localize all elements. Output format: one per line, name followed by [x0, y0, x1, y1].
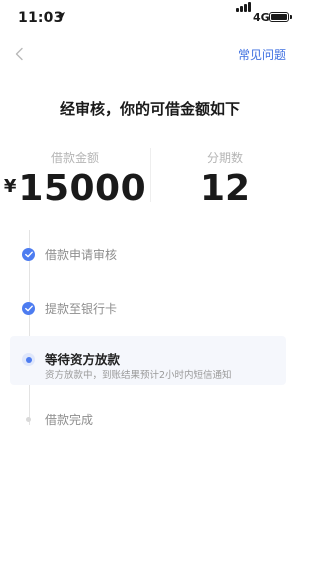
location-arrow-icon	[57, 12, 65, 20]
step-description-awaiting-disbursement: 资方放款中，到账结果预计2小时内短信通知	[45, 370, 232, 381]
step-title-loan-complete: 借款完成	[45, 413, 94, 427]
battery-cap	[290, 15, 292, 19]
step-title-awaiting-disbursement: 等待资方放款	[45, 352, 121, 367]
check-circle-icon	[22, 248, 35, 261]
step-title-withdraw-to-card: 提款至银行卡	[45, 302, 118, 316]
network-type: 4G	[253, 11, 270, 24]
faq-link[interactable]: 常见问题	[238, 46, 286, 63]
step-title-application-review: 借款申请审核	[45, 248, 118, 262]
back-button[interactable]	[12, 46, 28, 62]
battery-icon	[269, 12, 289, 22]
currency-symbol: ¥	[3, 176, 17, 197]
page-title: 经审核，你的可借金额如下	[59, 100, 240, 118]
chevron-left-icon	[15, 47, 23, 61]
pending-step-dot-icon	[26, 417, 31, 422]
current-step-icon	[22, 353, 35, 366]
installments-value: 12	[199, 168, 251, 209]
loan-amount-number: 15000	[18, 168, 147, 209]
loan-amount-label: 借款金额	[50, 151, 99, 165]
check-circle-icon	[22, 302, 35, 315]
installments-label: 分期数	[206, 151, 243, 165]
loan-amount-value: ¥15000	[0, 168, 150, 209]
status-bar: 11:03 4G	[0, 0, 300, 36]
